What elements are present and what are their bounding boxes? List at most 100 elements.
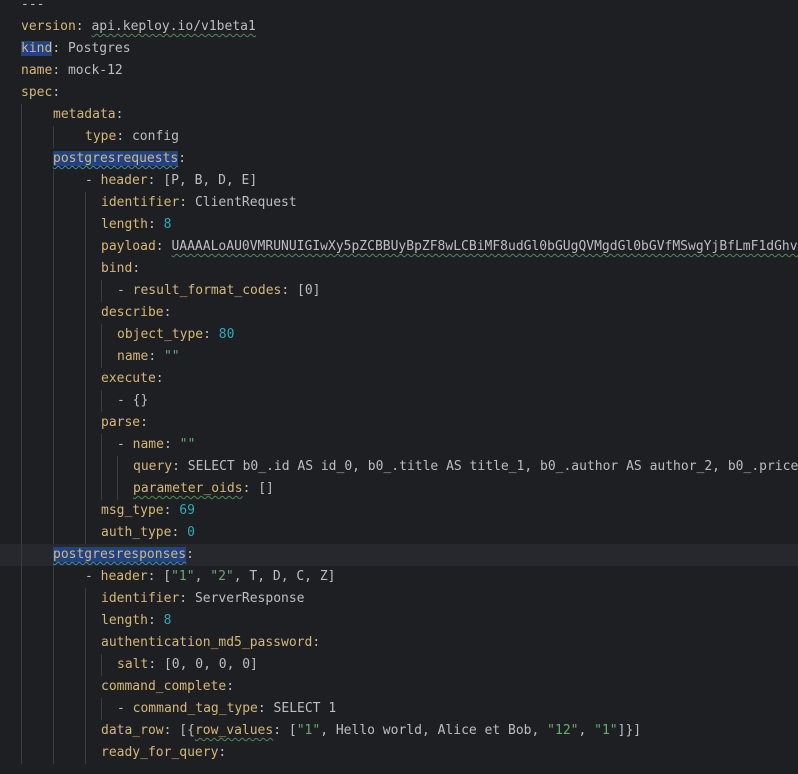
indent-guide <box>53 522 54 544</box>
indent-guide <box>21 104 22 126</box>
indent-guide <box>85 456 86 478</box>
indent-guide <box>53 368 54 390</box>
indent-guide <box>53 742 54 764</box>
code-line: describe: <box>0 302 798 324</box>
indent-guide <box>53 258 54 280</box>
yaml-value: Alice et Bob <box>437 723 532 738</box>
code-line: version: api.keploy.io/v1beta1 <box>21 19 256 34</box>
indent-guide <box>85 522 86 544</box>
indent-guide <box>101 390 102 412</box>
indent-guide <box>53 390 54 412</box>
code-line: auth_type: 0 <box>0 522 798 544</box>
code-line: kind: Postgres <box>21 41 131 56</box>
yaml-value: api.keploy.io/v1beta1 <box>91 19 256 34</box>
yaml-key: query <box>133 459 173 474</box>
indent-guide <box>85 434 86 456</box>
indent-guide <box>21 170 22 192</box>
yaml-value: [0] <box>297 283 321 298</box>
indent-guide <box>21 434 22 456</box>
yaml-key: bind <box>101 261 133 276</box>
code-line: - name: "" <box>0 434 798 456</box>
indent-guide <box>85 192 86 214</box>
yaml-string: "" <box>179 437 196 452</box>
code-line: - result_format_codes: [0] <box>0 280 798 302</box>
code-line: salt: [0, 0, 0, 0] <box>0 654 798 676</box>
indent-guide <box>85 390 86 412</box>
indent-guide <box>85 412 86 434</box>
indent-guide <box>53 566 54 588</box>
code-line: type: config <box>0 126 798 148</box>
code-line: identifier: ServerResponse <box>0 588 798 610</box>
indent-guide <box>21 214 22 236</box>
yaml-value: [P, B, D, E] <box>163 173 258 188</box>
indent-guide <box>21 522 22 544</box>
yaml-key: header <box>100 173 148 188</box>
indent-guide <box>85 588 86 610</box>
yaml-string: "12" <box>547 723 579 738</box>
indent-guide <box>53 302 54 324</box>
code-line: - {} <box>0 390 798 412</box>
indent-guide <box>21 500 22 522</box>
yaml-key: name <box>117 349 149 364</box>
indent-guide <box>85 698 86 720</box>
indent-guide <box>53 192 54 214</box>
yaml-string: "1" <box>171 569 195 584</box>
indent-guide <box>101 698 102 720</box>
indent-guide <box>53 236 54 258</box>
indent-guide <box>53 170 54 192</box>
yaml-key: object_type <box>117 327 204 342</box>
yaml-key: auth_type <box>101 525 172 540</box>
yaml-number: 80 <box>218 327 235 342</box>
code-line: authentication_md5_password: <box>0 632 798 654</box>
indent-guide <box>21 566 22 588</box>
yaml-key: metadata <box>53 107 116 122</box>
indent-guide <box>85 236 86 258</box>
indent-guide <box>21 742 22 764</box>
indent-guide <box>85 368 86 390</box>
yaml-number: 0 <box>187 525 195 540</box>
indent-guide <box>85 302 86 324</box>
yaml-key: describe <box>101 305 164 320</box>
indent-guide <box>21 346 22 368</box>
yaml-value: [0, 0, 0, 0] <box>163 657 258 672</box>
yaml-value: SELECT b0_.id AS id_0, b0_.title AS titl… <box>187 459 798 474</box>
indent-guide <box>21 302 22 324</box>
indent-guide <box>53 280 54 302</box>
indent-guide <box>21 588 22 610</box>
indent-guide <box>53 610 54 632</box>
indent-guide <box>101 434 102 456</box>
document-start-marker: --- <box>21 0 45 12</box>
code-line: metadata: <box>0 104 798 126</box>
indent-guide <box>85 214 86 236</box>
yaml-editor[interactable]: --- version: api.keploy.io/v1beta1 kind:… <box>0 0 798 774</box>
code-line: bind: <box>0 258 798 280</box>
code-line: name: "" <box>0 346 798 368</box>
indent-guide <box>53 126 54 148</box>
indent-guide <box>85 346 86 368</box>
yaml-value: [] <box>258 481 274 496</box>
yaml-key: length <box>101 613 148 628</box>
code-line: data_row: [{row_values: ["1", Hello worl… <box>0 720 798 742</box>
indent-guide <box>21 478 22 500</box>
yaml-key: parse <box>101 415 141 430</box>
yaml-string: "" <box>163 349 180 364</box>
code-line: postgresrequests: <box>0 148 798 170</box>
yaml-key: result_format_codes <box>132 283 282 298</box>
code-line: length: 8 <box>0 214 798 236</box>
indent-guide <box>85 720 86 742</box>
yaml-value: Postgres <box>67 41 131 56</box>
indent-guide <box>21 148 22 170</box>
indent-guide <box>21 192 22 214</box>
indent-guide <box>53 588 54 610</box>
yaml-key: header <box>100 569 148 584</box>
yaml-key: type <box>85 129 117 144</box>
code-line: - header: ["1", "2", T, D, C, Z] <box>0 566 798 588</box>
indent-guide <box>21 632 22 654</box>
indent-guide <box>53 346 54 368</box>
indent-guide <box>53 720 54 742</box>
yaml-key: identifier <box>101 591 180 606</box>
code-line: execute: <box>0 368 798 390</box>
indent-guide <box>117 456 118 478</box>
indent-guide <box>21 720 22 742</box>
yaml-key: name <box>132 437 164 452</box>
